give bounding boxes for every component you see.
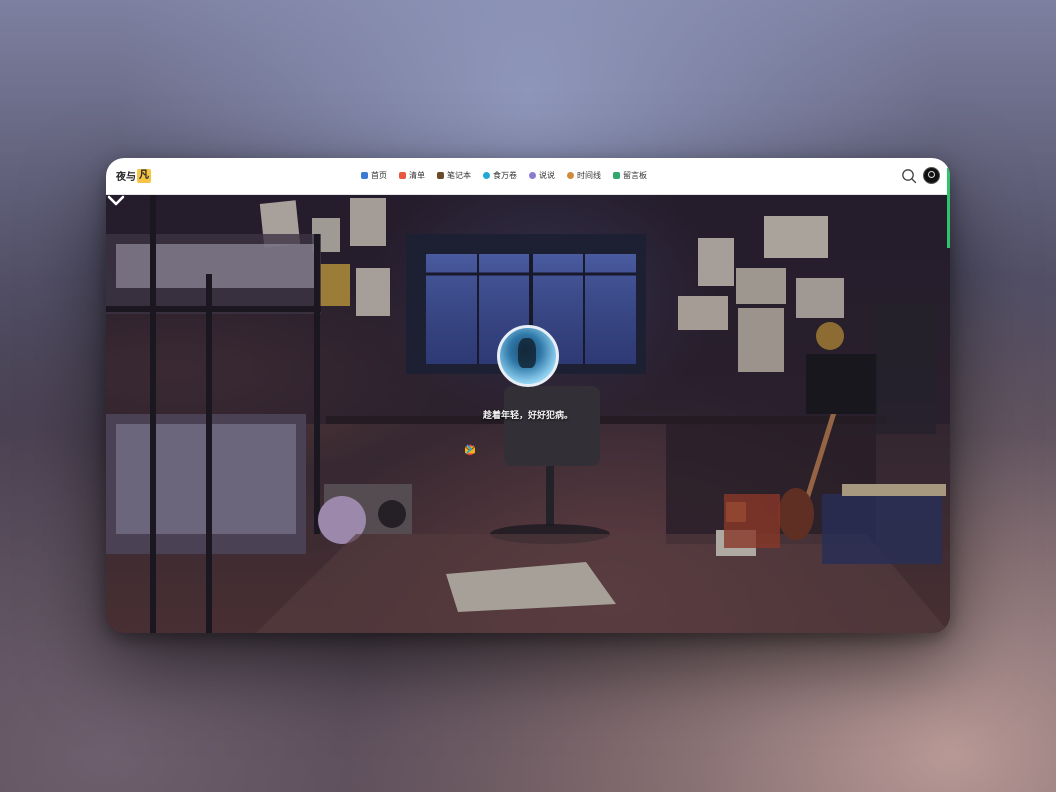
qq-link[interactable] [466,444,523,459]
social-links [464,444,589,459]
menu-item-food[interactable]: 食万卷 [483,170,517,181]
author-avatar [497,325,559,387]
netease-music-link[interactable] [464,444,545,459]
chevron-right-icon [466,444,473,454]
top-navbar: 夜与 凡 首页 清单 笔记本 食万卷 说说 时间线 留言板 [106,158,950,195]
menu-item-moments[interactable]: 说说 [529,170,555,181]
hero-motto: 趁着年轻，好好犯病。 [482,411,573,421]
avatar-figure-icon [518,338,536,368]
menu-item-home[interactable]: 首页 [361,170,387,181]
nav-actions [901,167,940,184]
site-logo[interactable]: 夜与 凡 [116,168,151,183]
menu-item-notebook[interactable]: 笔记本 [437,170,471,181]
hero-background: 趁着年轻，好好犯病。 [106,194,950,633]
user-avatar-button[interactable] [923,167,940,184]
menu-item-guestbook[interactable]: 留言板 [613,170,647,181]
main-menu: 首页 清单 笔记本 食万卷 说说 时间线 留言板 [361,170,647,181]
menu-label: 食万卷 [493,171,517,180]
timeline-icon [567,172,574,179]
message-icon [613,172,620,179]
scroll-indicator [947,168,950,248]
menu-label: 笔记本 [447,171,471,180]
hero-profile: 趁着年轻，好好犯病。 [106,194,950,633]
logo-badge: 凡 [137,168,151,183]
list-icon [399,172,406,179]
scroll-down-icon[interactable] [106,194,126,208]
notebook-icon [437,172,444,179]
menu-label: 留言板 [623,171,647,180]
menu-item-timeline[interactable]: 时间线 [567,170,601,181]
chat-icon [529,172,536,179]
home-icon [361,172,368,179]
next-button[interactable] [466,444,589,459]
telegram-link[interactable] [464,444,501,459]
search-icon[interactable] [901,168,917,184]
menu-label: 清单 [409,171,425,180]
email-link[interactable] [465,444,567,459]
logo-text: 夜与 [116,172,136,183]
menu-item-list[interactable]: 清单 [399,170,425,181]
food-icon [483,172,490,179]
menu-label: 时间线 [577,171,601,180]
menu-label: 首页 [371,171,387,180]
menu-label: 说说 [539,171,555,180]
browser-window: 夜与 凡 首页 清单 笔记本 食万卷 说说 时间线 留言板 趁着年轻，好好犯病。 [106,158,950,633]
